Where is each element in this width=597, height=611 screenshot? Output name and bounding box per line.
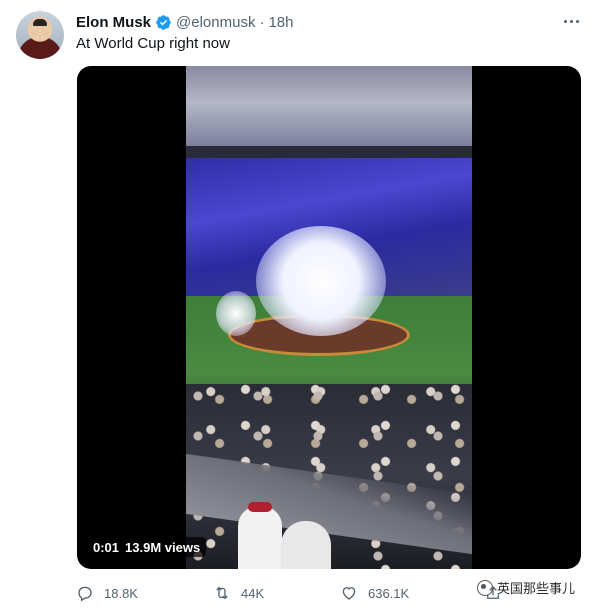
retweet-icon	[216, 586, 228, 600]
video-player[interactable]: 0:01 13.9M views	[77, 66, 581, 569]
retweet-button[interactable]: 44K	[213, 582, 264, 604]
tweet-header: Elon Musk @elonmusk · 18h	[76, 12, 293, 32]
verified-badge-icon	[156, 14, 171, 30]
reply-count: 18.8K	[104, 585, 138, 601]
video-current-time: 0:01	[93, 539, 120, 555]
firework-smoke-small	[216, 291, 256, 336]
watermark: 英国那些事儿	[477, 578, 575, 597]
spectator-headdress	[281, 521, 331, 569]
spectator-headdress	[238, 502, 282, 569]
watermark-logo-icon	[477, 579, 493, 596]
more-dot	[575, 19, 579, 23]
tweet-text: At World Cup right now	[76, 35, 230, 52]
stadium-roof	[186, 66, 472, 158]
video-info-badge: 0:01 13.9M views	[87, 537, 207, 557]
reply-icon	[78, 586, 92, 602]
firework-smoke	[256, 226, 386, 336]
video-frame[interactable]	[186, 66, 472, 569]
reply-button[interactable]: 18.8K	[76, 582, 138, 604]
separator-dot: ·	[259, 13, 265, 31]
like-count: 636.1K	[368, 585, 410, 601]
author-name[interactable]: Elon Musk	[76, 14, 151, 31]
video-views: 13.9M views	[125, 539, 201, 555]
like-button[interactable]: 636.1K	[340, 582, 409, 604]
more-options-icon[interactable]	[561, 11, 581, 31]
avatar[interactable]	[16, 11, 64, 59]
watermark-text: 英国那些事儿	[497, 581, 576, 596]
more-dot	[563, 19, 567, 23]
retweet-count: 44K	[241, 585, 265, 601]
heart-icon	[342, 587, 356, 600]
more-dot	[569, 19, 573, 23]
author-handle[interactable]: @elonmusk	[176, 14, 255, 31]
tweet-timestamp[interactable]: 18h	[268, 14, 293, 31]
